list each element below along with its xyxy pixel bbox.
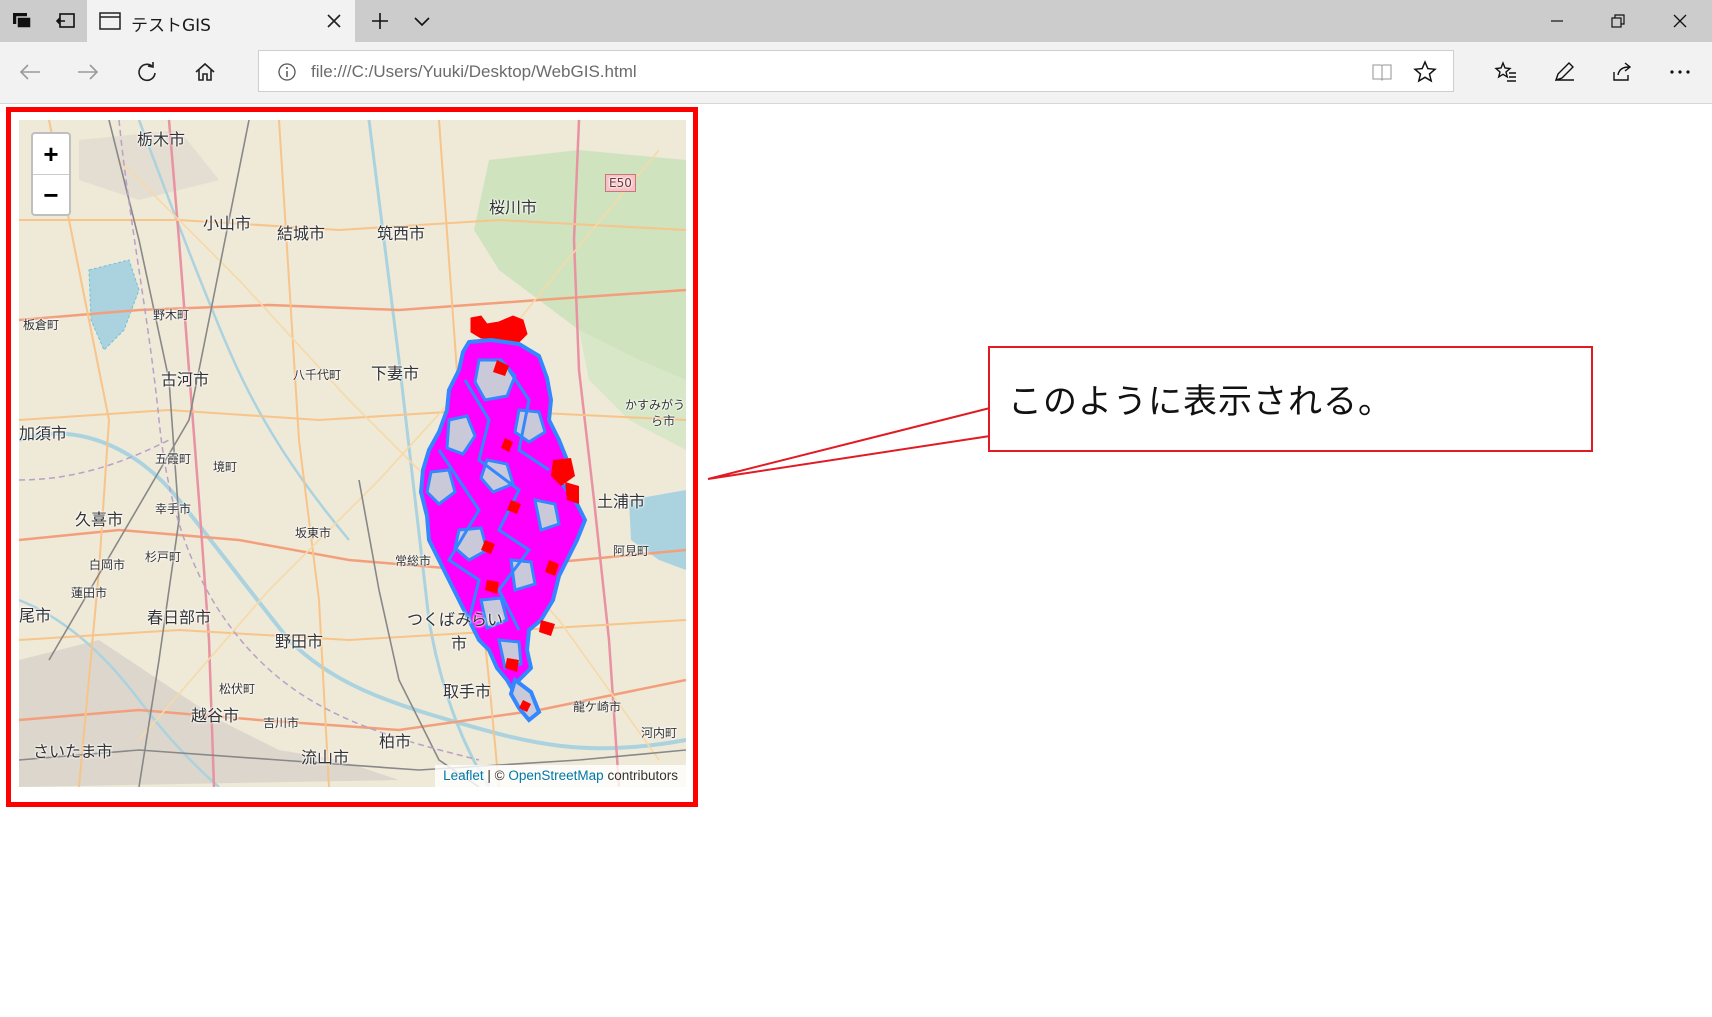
zoom-out-button[interactable]: − [33, 175, 69, 215]
callout-pointer [707, 406, 991, 480]
restore-button[interactable] [1596, 0, 1640, 42]
place-label: 土浦市 [597, 492, 646, 511]
place-label: かすみがう [625, 398, 686, 412]
place-label: 境町 [213, 460, 238, 474]
attribution-separator: | © [483, 768, 509, 783]
tab-preview-button[interactable] [400, 0, 444, 42]
polygon-grey [509, 558, 537, 592]
refresh-button[interactable] [127, 52, 167, 92]
share-button[interactable] [1602, 52, 1642, 92]
place-label: さいたま市 [33, 742, 113, 761]
new-tab-button[interactable] [358, 0, 402, 42]
tabs-icon [13, 13, 32, 29]
refresh-icon [138, 62, 156, 82]
place-label: 流山市 [301, 748, 350, 767]
place-label: 柏市 [379, 732, 412, 751]
place-label: 吉川市 [263, 716, 300, 730]
close-icon [1673, 14, 1687, 28]
zoom-control: + − [31, 132, 71, 216]
place-label: 阿見町 [613, 544, 650, 558]
map-attribution: Leaflet | © OpenStreetMap contributors [435, 765, 686, 787]
share-icon [1613, 62, 1632, 81]
attribution-suffix: contributors [603, 768, 678, 783]
map-tiles [19, 120, 686, 787]
place-label: 春日部市 [147, 608, 212, 627]
close-icon [327, 14, 341, 28]
browser-titlebar: テストGIS [0, 0, 1712, 42]
polygon-grey [533, 498, 561, 532]
tab-sets-button[interactable] [0, 0, 44, 42]
place-label: 松伏町 [219, 682, 256, 696]
callout-text: このように表示される。 [1008, 382, 1393, 422]
favorites-button[interactable] [1486, 52, 1526, 92]
leaflet-link[interactable]: Leaflet [443, 768, 484, 783]
place-label: 八千代町 [293, 368, 342, 382]
route-shield: E50 [605, 174, 636, 192]
tab-close-button[interactable] [321, 8, 347, 34]
restore-icon [1611, 14, 1625, 28]
place-label: 久喜市 [75, 510, 124, 529]
place-label: 尾市 [19, 606, 52, 625]
place-label: 河内町 [641, 726, 678, 740]
chevron-down-icon [414, 17, 430, 27]
map-highlight-frame: 栃木市 小山市 結城市 筑西市 桜川市 E50 板倉町 野木町 古河市 八千代町… [6, 107, 698, 807]
place-label: 幸手市 [155, 502, 192, 516]
info-icon [278, 63, 296, 81]
favorites-list-icon [1494, 61, 1516, 82]
callout-box: このように表示される。 [988, 346, 1593, 452]
place-label: ら市 [651, 414, 676, 428]
set-aside-tabs-button[interactable] [44, 0, 88, 42]
place-label: 栃木市 [137, 130, 186, 149]
arrow-right-icon [78, 64, 99, 80]
place-label: 加須市 [19, 424, 68, 443]
minimize-button[interactable] [1535, 0, 1579, 42]
reading-view-icon[interactable] [1371, 61, 1393, 83]
address-bar[interactable]: file:///C:/Users/Yuuki/Desktop/WebGIS.ht… [258, 50, 1454, 92]
place-label: 板倉町 [23, 318, 60, 332]
place-label: 古河市 [161, 370, 210, 389]
place-label: 小山市 [203, 214, 252, 233]
place-label: 下妻市 [371, 364, 420, 383]
zoom-in-button[interactable]: + [33, 134, 69, 175]
place-label: 杉戸町 [145, 550, 182, 564]
leaflet-map[interactable]: 栃木市 小山市 結城市 筑西市 桜川市 E50 板倉町 野木町 古河市 八千代町… [19, 120, 686, 787]
place-label: 五霞町 [155, 452, 192, 466]
place-label: 野田市 [275, 632, 324, 651]
place-label: 取手市 [443, 682, 492, 701]
place-label: 結城市 [277, 224, 326, 243]
place-label: 白岡市 [89, 558, 126, 572]
favorite-star-icon[interactable] [1413, 60, 1437, 84]
tab-title: テストGIS [131, 16, 211, 36]
more-button[interactable] [1660, 52, 1700, 92]
home-button[interactable] [185, 52, 225, 92]
place-label: 越谷市 [191, 706, 240, 725]
minimize-icon [1551, 20, 1563, 22]
arrow-left-icon [19, 64, 40, 80]
place-label: 野木町 [153, 308, 190, 322]
place-label: 蓮田市 [71, 586, 108, 600]
back-button[interactable] [10, 52, 50, 92]
more-icon [1670, 70, 1690, 74]
place-label: 龍ケ崎市 [573, 700, 622, 714]
notes-button[interactable] [1544, 52, 1584, 92]
place-label: 坂東市 [295, 526, 332, 540]
forward-button[interactable] [68, 52, 108, 92]
osm-link[interactable]: OpenStreetMap [508, 768, 603, 783]
place-label: 筑西市 [377, 224, 426, 243]
plus-icon [372, 13, 388, 29]
place-label: つくばみらい [407, 610, 504, 629]
page-icon [99, 12, 121, 30]
home-icon [195, 62, 215, 81]
place-label: 桜川市 [489, 198, 538, 217]
browser-navbar: file:///C:/Users/Yuuki/Desktop/WebGIS.ht… [0, 42, 1712, 104]
place-label: 常総市 [395, 554, 432, 568]
tab-active[interactable]: テストGIS [87, 0, 355, 42]
set-aside-icon [55, 13, 75, 28]
close-window-button[interactable] [1658, 0, 1702, 42]
pen-icon [1554, 62, 1574, 82]
url-text: file:///C:/Users/Yuuki/Desktop/WebGIS.ht… [311, 62, 637, 81]
place-label: 市 [451, 634, 468, 653]
